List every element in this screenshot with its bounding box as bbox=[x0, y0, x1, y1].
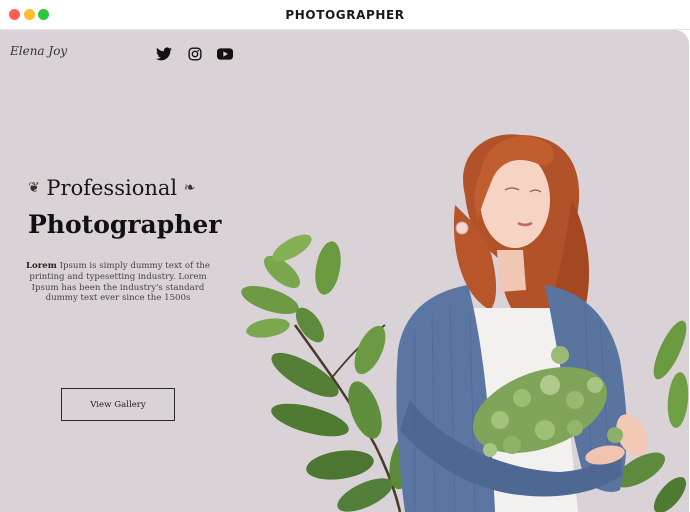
youtube-icon[interactable] bbox=[217, 47, 233, 61]
hero-description: Lorem Ipsum is simply dummy text of the … bbox=[26, 261, 210, 304]
flourish-right-icon: ❧ bbox=[183, 180, 196, 196]
instagram-icon[interactable] bbox=[187, 47, 203, 61]
description-body: Ipsum is simply dummy text of the printi… bbox=[29, 261, 211, 304]
description-lead: Lorem bbox=[26, 261, 57, 271]
hero-headline-line1: ❦ Professional ❧ bbox=[28, 176, 196, 200]
window-title: PHOTOGRAPHER bbox=[285, 8, 405, 22]
window-titlebar: PHOTOGRAPHER bbox=[0, 0, 690, 30]
flourish-left-icon: ❦ bbox=[28, 180, 40, 196]
site-logo[interactable]: Elena Joy bbox=[10, 44, 67, 58]
hero-headline-text: Professional bbox=[46, 176, 178, 200]
hero-photo bbox=[241, 134, 689, 512]
landing-page: Elena Joy ❦ Professional ❧ Photographer … bbox=[0, 30, 689, 512]
hero-headline-line2: Photographer bbox=[28, 210, 222, 239]
view-gallery-button[interactable]: View Gallery bbox=[61, 388, 175, 421]
twitter-icon[interactable] bbox=[156, 47, 172, 61]
